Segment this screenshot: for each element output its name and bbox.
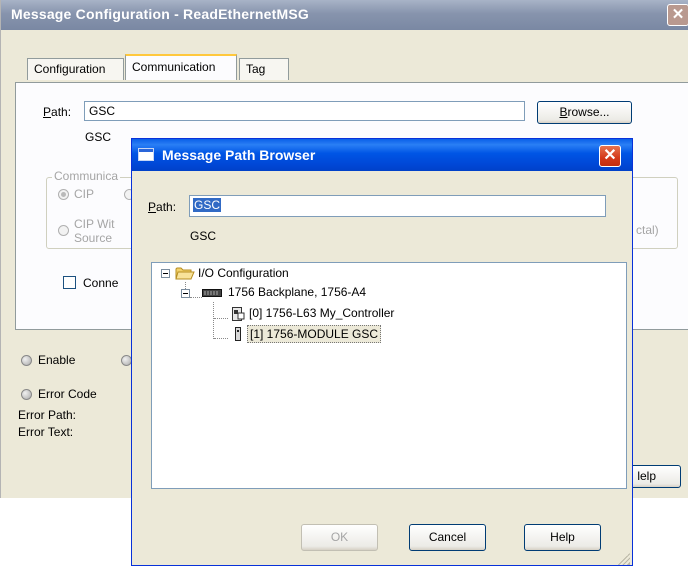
dialog-path-selected-text: GSC [193, 198, 222, 212]
radio-cip-with-label: CIP Wit [74, 217, 115, 231]
tree-node-io-configuration[interactable]: I/O Configuration [198, 266, 289, 280]
path-label-rest: ath: [51, 105, 72, 119]
dialog-titlebar[interactable]: Message Path Browser ✕ [132, 139, 632, 171]
path-resolved-text: GSC [85, 130, 112, 144]
controller-icon [232, 307, 245, 321]
ok-button[interactable]: OK [301, 524, 378, 551]
dialog-title: Message Path Browser [162, 147, 316, 163]
tree-node-controller[interactable]: [0] 1756-L63 My_Controller [249, 306, 394, 320]
radio-source-label: Source [74, 231, 113, 245]
message-path-browser-dialog: Message Path Browser ✕ Path: GSC GSC I/O… [131, 138, 633, 566]
tree-connector [214, 338, 228, 340]
dialog-path-input[interactable]: GSC [189, 195, 606, 217]
dialog-path-label-rest: ath: [156, 200, 177, 214]
communication-method-label: Communica [52, 169, 121, 183]
tab-communication[interactable]: Communication [125, 54, 237, 80]
main-window-close-button[interactable]: ✕ [667, 4, 688, 26]
path-label: Path: [43, 105, 72, 119]
module-icon [235, 327, 241, 341]
radio-cip-label: CIP [74, 187, 95, 201]
cancel-button[interactable]: Cancel [409, 524, 486, 551]
connected-label: Conne [83, 276, 119, 290]
radio-cip[interactable] [58, 189, 69, 200]
dialog-close-button[interactable]: ✕ [599, 145, 621, 167]
tree-node-module-gsc[interactable]: [1] 1756-MODULE GSC [247, 325, 382, 343]
tree-node-backplane[interactable]: 1756 Backplane, 1756-A4 [228, 285, 366, 299]
error-code-led-icon [21, 389, 32, 400]
collapse-io-configuration-icon[interactable] [161, 269, 170, 278]
path-input[interactable]: GSC [84, 101, 525, 121]
octal-suffix-text: ctal) [636, 223, 659, 237]
error-path-label: Error Path: [18, 408, 77, 422]
radio-cip-with-source[interactable] [58, 225, 69, 236]
io-tree-view[interactable]: I/O Configuration 1756 Backplane, 1756-A… [151, 262, 627, 489]
enable-label: Enable [38, 353, 76, 367]
tree-connector [214, 318, 228, 320]
window-icon [138, 148, 154, 161]
dialog-path-resolved-text: GSC [190, 229, 217, 243]
folder-icon [175, 267, 195, 280]
tab-configuration[interactable]: Configuration [27, 58, 124, 80]
browse-button-label-rest: rowse... [567, 105, 610, 119]
resize-grip-icon[interactable] [618, 553, 630, 565]
tab-tag[interactable]: Tag [239, 58, 289, 80]
tree-connector [190, 297, 202, 299]
backplane-icon [202, 289, 222, 297]
collapse-backplane-icon[interactable] [181, 289, 190, 298]
tree-connector [213, 302, 215, 339]
error-code-label: Error Code [38, 387, 97, 401]
main-window-title: Message Configuration - ReadEthernetMSG [11, 6, 309, 22]
enable-led-icon [21, 355, 32, 366]
connected-checkbox[interactable] [63, 276, 76, 289]
error-text-label: Error Text: [18, 425, 74, 439]
dialog-path-label: Path: [148, 200, 177, 214]
browse-button[interactable]: Browse... [537, 101, 632, 124]
main-window-titlebar[interactable]: Message Configuration - ReadEthernetMSG … [1, 0, 688, 30]
help-button[interactable]: Help [524, 524, 601, 551]
